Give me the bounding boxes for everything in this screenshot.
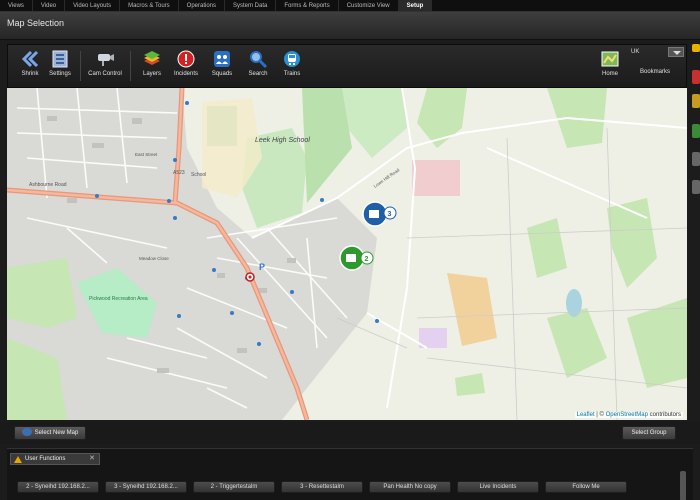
user-functions-panel: User Functions ✕ 2 - Syneihd 192.168.2..… (7, 448, 693, 500)
map-attribution: Leaflet | © OpenStreetMap contributors (574, 412, 683, 418)
alarm-indicator[interactable] (692, 70, 700, 84)
label-ashbourne: Ashbourne Road (29, 182, 67, 188)
double-chevron-left-icon (21, 50, 39, 68)
panel-indicator-2[interactable] (692, 180, 700, 194)
region-label: UK (631, 49, 640, 55)
select-group-button[interactable]: Select Group (622, 426, 676, 440)
tab-macros-tours[interactable]: Macros & Tours (120, 0, 179, 11)
svg-text:2: 2 (365, 256, 369, 263)
function-button-7[interactable]: Follow Me (545, 481, 627, 493)
title-bar: Map Selection (0, 12, 700, 40)
label-recreation: Pickwood Recreation Area (89, 296, 148, 302)
bookmarks-button[interactable]: Bookmarks (630, 59, 680, 87)
map-action-bar: Select New Map Select Group (0, 422, 700, 444)
settings-button[interactable]: Settings (40, 47, 80, 87)
label-school-2: School (191, 172, 206, 178)
camera-icon (98, 54, 114, 66)
warning-indicator[interactable] (692, 44, 700, 52)
map-view[interactable]: P Leek High School School Pickwood Recre… (7, 88, 687, 420)
map-toolbar: Shrink Settings Cam Control Layers Incid… (7, 44, 687, 88)
tab-setup[interactable]: Setup (398, 0, 433, 11)
tab-views[interactable]: Views (0, 0, 33, 11)
function-button-1[interactable]: 2 - Syneihd 192.168.2... (17, 481, 99, 493)
trains-button[interactable]: Trains (272, 47, 312, 87)
close-icon[interactable]: ✕ (89, 454, 95, 464)
layers-icon (144, 51, 160, 65)
home-map-icon (601, 51, 619, 67)
app-root: Views Video Video Layouts Macros & Tours… (0, 0, 700, 500)
region-dropdown[interactable] (668, 47, 684, 57)
squads-button[interactable]: Squads (202, 47, 242, 87)
label-east-street: East Street (135, 152, 158, 157)
function-button-4[interactable]: 3 - Resettestalm (281, 481, 363, 493)
warning-icon (14, 456, 22, 463)
cam-control-button[interactable]: Cam Control (82, 47, 128, 87)
settings-icon (52, 50, 68, 68)
squads-icon (214, 51, 230, 67)
tab-video[interactable]: Video (33, 0, 66, 11)
globe-icon (21, 428, 32, 437)
incidents-button[interactable]: Incidents (166, 47, 206, 87)
status-indicator[interactable] (692, 94, 700, 108)
function-button-3[interactable]: 2 - Triggertestalm (193, 481, 275, 493)
tab-system-data[interactable]: System Data (225, 0, 277, 11)
panel-indicator-1[interactable] (692, 152, 700, 166)
tab-forms-reports[interactable]: Forms & Reports (276, 0, 339, 11)
page-title: Map Selection (7, 18, 65, 28)
tab-video-layouts[interactable]: Video Layouts (65, 0, 121, 11)
label-meadow: Meadow Close (139, 256, 169, 261)
functions-scrollbar[interactable] (680, 471, 686, 500)
tab-operations[interactable]: Operations (179, 0, 226, 11)
commercial-block (412, 160, 460, 196)
tab-customize-view[interactable]: Customize View (339, 0, 399, 11)
function-button-2[interactable]: 3 - Syneihd 192.168.2... (105, 481, 187, 493)
label-school: Leek High School (255, 137, 310, 144)
label-a523: A523 (173, 170, 185, 176)
svg-text:3: 3 (388, 211, 392, 218)
map-canvas[interactable]: P Leek High School School Pickwood Recre… (7, 88, 687, 420)
osm-link[interactable]: OpenStreetMap (606, 412, 648, 418)
function-button-5[interactable]: Pan Health No copy (369, 481, 451, 493)
top-tabs: Views Video Video Layouts Macros & Tours… (0, 0, 700, 12)
ok-indicator[interactable] (692, 124, 700, 138)
user-functions-tab[interactable]: User Functions ✕ (10, 453, 100, 465)
search-icon (250, 51, 268, 69)
train-icon (284, 51, 300, 67)
leaflet-link[interactable]: Leaflet (577, 412, 595, 418)
parking-icon: P (259, 262, 265, 272)
right-side-strip (690, 44, 700, 244)
home-button[interactable]: Home (590, 47, 630, 87)
select-new-map-button[interactable]: Select New Map (14, 426, 86, 440)
function-button-6[interactable]: Live Incidents (457, 481, 539, 493)
incident-alert-icon (177, 50, 195, 68)
